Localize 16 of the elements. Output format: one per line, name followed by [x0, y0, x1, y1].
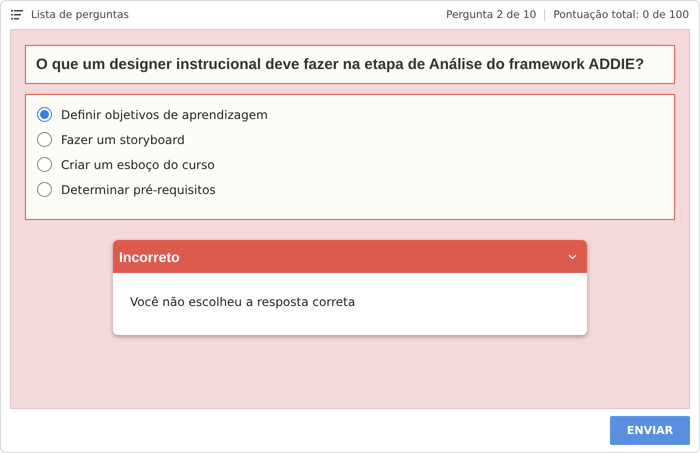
radio-button[interactable]	[37, 182, 52, 197]
list-icon[interactable]	[11, 10, 23, 20]
chevron-icon[interactable]	[568, 254, 577, 260]
option-label[interactable]: Criar um esboço do curso	[61, 158, 215, 172]
option-label[interactable]: Determinar pré-requisitos	[61, 182, 216, 196]
radio-button[interactable]	[37, 107, 52, 122]
radio-button[interactable]	[37, 132, 52, 147]
feedback-message: Você não escolheu a resposta correta	[130, 295, 356, 309]
question-list-link[interactable]: Lista de perguntas	[31, 9, 129, 21]
option-label[interactable]: Fazer um storyboard	[61, 132, 185, 146]
radio-button[interactable]	[37, 157, 52, 172]
total-score: Pontuação total: 0 de 100	[553, 9, 689, 21]
feedback-title: Incorreto	[119, 248, 180, 264]
question-text: O que um designer instrucional deve fazer na etapa de Análise do framework ADDIE?	[25, 45, 675, 84]
option-label[interactable]: Definir objetivos de aprendizagem	[61, 108, 268, 122]
feedback-header[interactable]: Incorreto	[113, 240, 587, 273]
